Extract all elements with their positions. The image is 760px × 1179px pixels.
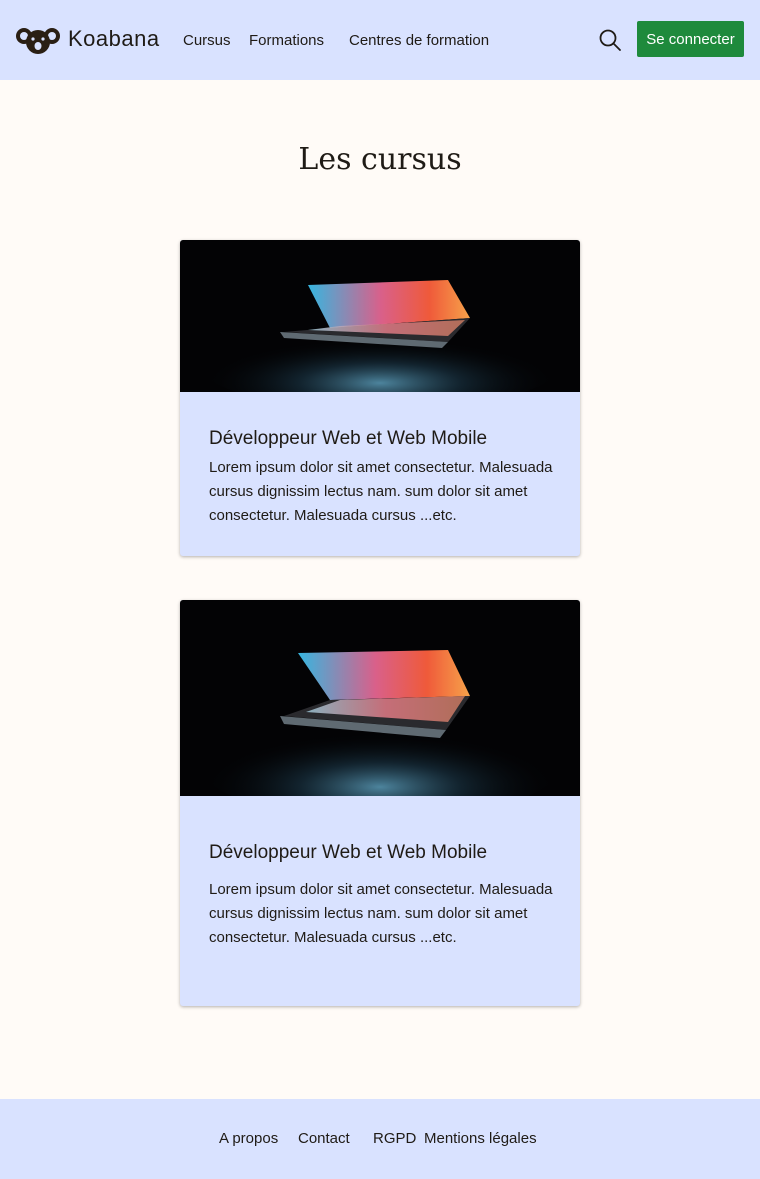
card-description: Lorem ipsum dolor sit amet consectetur. … — [209, 881, 553, 946]
card-title: Développeur Web et Web Mobile — [209, 428, 488, 449]
footer-link-about[interactable]: A propos — [219, 1130, 278, 1147]
search-icon[interactable] — [598, 28, 622, 52]
laptop-image — [180, 600, 580, 796]
laptop-image — [180, 240, 580, 392]
login-button[interactable]: Se connecter — [637, 21, 744, 57]
nav-link-cursus[interactable]: Cursus — [183, 32, 231, 49]
page-title: Les cursus — [298, 142, 462, 177]
cursus-card[interactable]: Développeur Web et Web Mobile Lorem ipsu… — [180, 600, 580, 1006]
site-header: Koabana Cursus Formations Centres de for… — [0, 0, 760, 80]
footer-link-legal[interactable]: Mentions légales — [424, 1130, 537, 1147]
nav-link-formations[interactable]: Formations — [249, 32, 324, 49]
footer-link-rgpd[interactable]: RGPD — [373, 1130, 416, 1147]
card-description: Lorem ipsum dolor sit amet consectetur. … — [209, 459, 553, 524]
site-footer: A propos Contact RGPD Mentions légales — [0, 1099, 760, 1179]
footer-link-contact[interactable]: Contact — [298, 1130, 350, 1147]
cursus-card[interactable]: Développeur Web et Web Mobile Lorem ipsu… — [180, 240, 580, 556]
koala-icon[interactable] — [16, 26, 60, 56]
brand-name[interactable]: Koabana — [68, 26, 160, 52]
nav-link-centres[interactable]: Centres de formation — [349, 32, 489, 49]
card-title: Développeur Web et Web Mobile — [209, 842, 488, 863]
